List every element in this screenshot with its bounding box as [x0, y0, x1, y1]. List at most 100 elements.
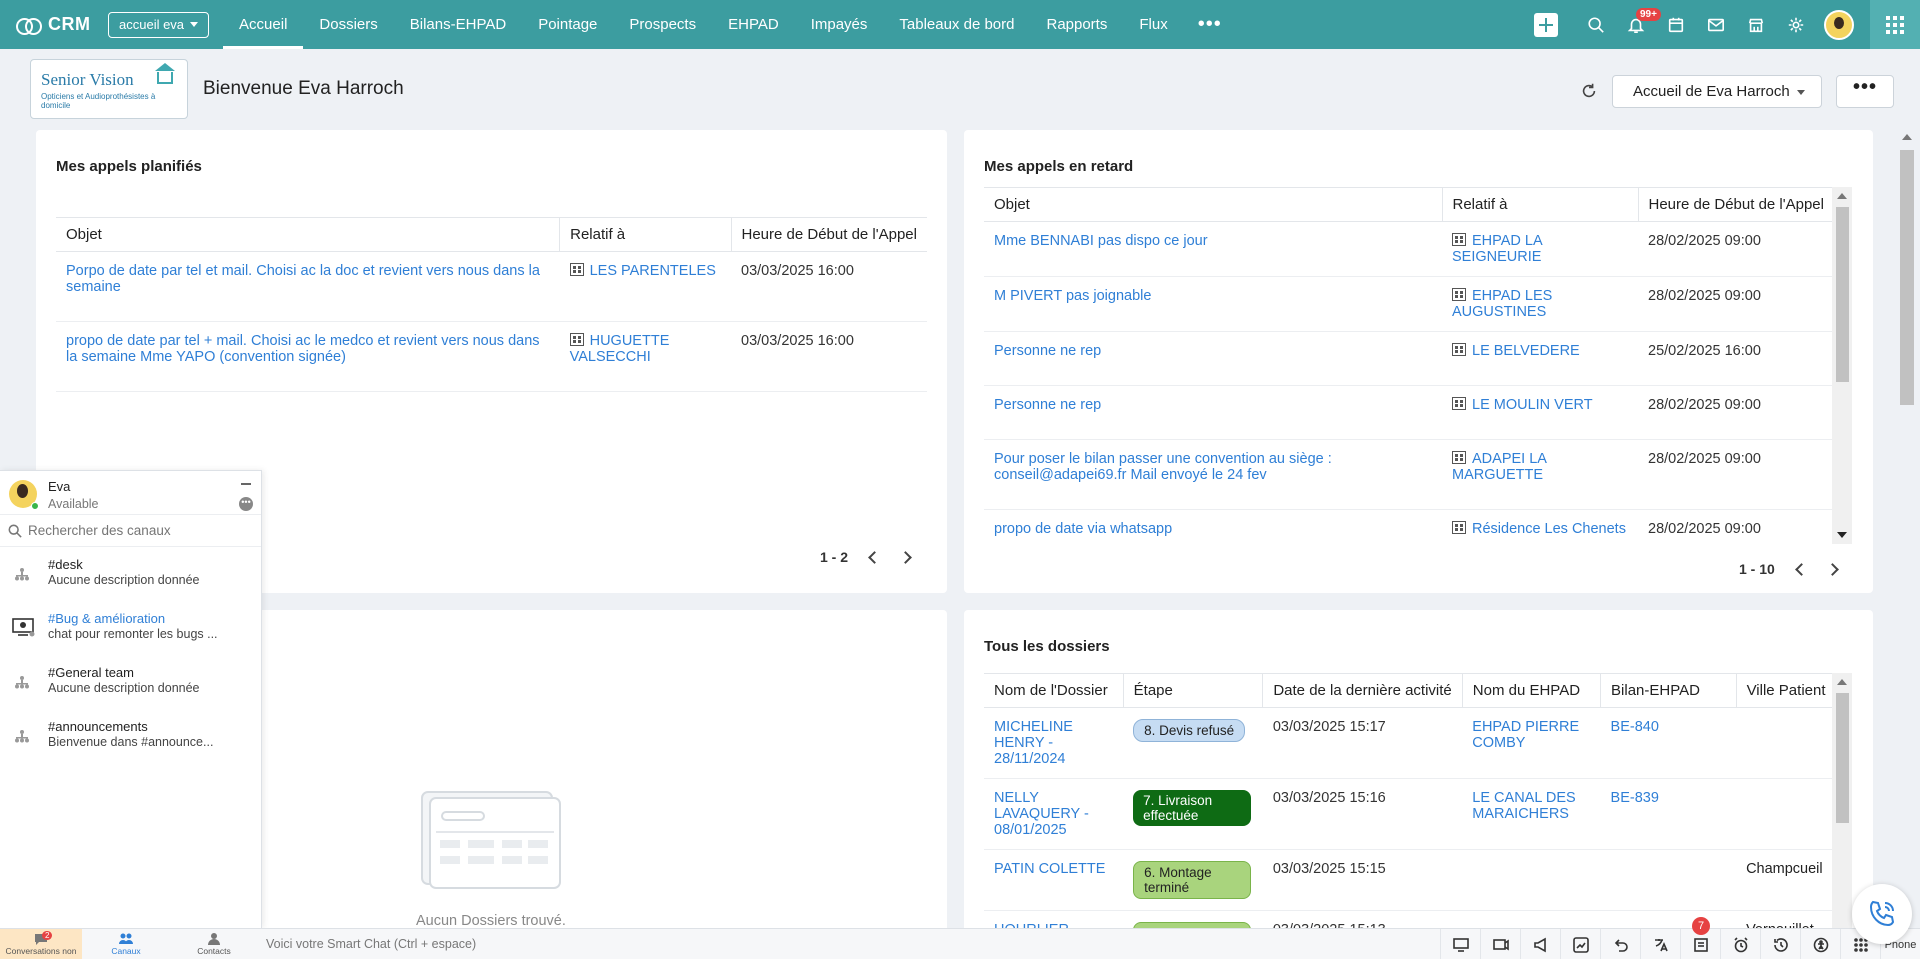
- table-row[interactable]: MICHELINE HENRY - 28/11/2024 8. Devis re…: [984, 707, 1836, 779]
- ehpad-link[interactable]: LE CANAL DES MARAICHERS: [1472, 790, 1575, 822]
- calendar-icon[interactable]: [1656, 0, 1696, 49]
- ehpad-link[interactable]: EHPAD PIERRE COMBY: [1472, 719, 1579, 751]
- accessibility-icon[interactable]: [1800, 929, 1840, 959]
- history-icon[interactable]: [1760, 929, 1800, 959]
- minimize-icon[interactable]: [241, 483, 251, 485]
- scroll-up-icon[interactable]: [1837, 679, 1847, 685]
- megaphone-icon[interactable]: [1520, 929, 1560, 959]
- tab-accueil[interactable]: Accueil: [223, 0, 304, 49]
- table-row[interactable]: Personne ne rep LE BELVEDERE 25/02/2025 …: [984, 331, 1836, 386]
- canaux-tab[interactable]: Canaux: [82, 929, 170, 959]
- table-row[interactable]: propo de date via whatsapp Résidence Les…: [984, 509, 1836, 544]
- call-subject-link[interactable]: M PIVERT pas joignable: [994, 288, 1151, 304]
- scroll-up-icon[interactable]: [1902, 134, 1912, 140]
- column-header[interactable]: Nom du EHPAD: [1462, 673, 1602, 708]
- table-row[interactable]: PATIN COLETTE 6. Montage terminé 03/03/2…: [984, 849, 1836, 911]
- column-header[interactable]: Heure de Début de l'Appel: [731, 217, 927, 252]
- related-link[interactable]: Résidence Les Chenets: [1472, 521, 1626, 537]
- related-link[interactable]: LE MOULIN VERT: [1472, 397, 1593, 413]
- marketplace-icon[interactable]: [1736, 0, 1776, 49]
- table-row[interactable]: M PIVERT pas joignable EHPAD LES AUGUSTI…: [984, 276, 1836, 332]
- table-row[interactable]: Mme BENNABI pas dispo ce jour EHPAD LA S…: [984, 221, 1836, 277]
- bilan-link[interactable]: BE-839: [1611, 790, 1659, 806]
- table-row[interactable]: Pour poser le bilan passer une conventio…: [984, 439, 1836, 510]
- chat-user-status[interactable]: Available: [48, 497, 99, 511]
- column-header[interactable]: Relatif à: [559, 217, 732, 252]
- conversations-tab[interactable]: 2 Conversations non: [0, 928, 82, 959]
- channel-item[interactable]: #General team Aucune description donnée: [0, 655, 261, 709]
- column-header[interactable]: Étape: [1123, 673, 1264, 708]
- bell-icon[interactable]: 99+: [1616, 0, 1661, 49]
- related-link[interactable]: EHPAD LES AUGUSTINES: [1452, 288, 1552, 320]
- tab-rapports[interactable]: Rapports: [1030, 0, 1123, 49]
- crm-logo[interactable]: CRM: [0, 14, 106, 35]
- gear-icon[interactable]: [1776, 0, 1816, 49]
- related-link[interactable]: HUGUETTE VALSECCHI: [570, 333, 670, 365]
- meeting-icon[interactable]: [1480, 929, 1520, 959]
- screen-share-icon[interactable]: [1440, 929, 1480, 959]
- chevron-left-icon[interactable]: [868, 550, 881, 564]
- bilan-link[interactable]: BE-840: [1611, 719, 1659, 735]
- call-subject-link[interactable]: Mme BENNABI pas dispo ce jour: [994, 233, 1208, 249]
- scroll-thumb[interactable]: [1836, 693, 1849, 823]
- plus-icon[interactable]: [1534, 12, 1558, 37]
- alarm-icon[interactable]: [1720, 929, 1760, 959]
- translate-icon[interactable]: [1640, 929, 1680, 959]
- column-header[interactable]: Heure de Début de l'Appel: [1638, 187, 1836, 222]
- channel-item[interactable]: #Bug & amélioration chat pour remonter l…: [0, 601, 261, 655]
- mail-icon[interactable]: [1696, 0, 1736, 49]
- chevron-right-icon[interactable]: [1825, 562, 1839, 576]
- column-header[interactable]: Nom de l'Dossier: [984, 673, 1124, 708]
- channel-item[interactable]: #desk Aucune description donnée: [0, 547, 261, 601]
- table-row[interactable]: NELLY LAVAQUERY - 08/01/2025 7. Livraiso…: [984, 778, 1836, 850]
- layout-select[interactable]: accueil eva: [108, 11, 210, 38]
- analytics-icon[interactable]: [1560, 929, 1600, 959]
- channel-item[interactable]: #announcements Bienvenue dans #announce.…: [0, 709, 261, 763]
- phone-call-icon[interactable]: [1852, 884, 1912, 944]
- column-header[interactable]: Date de la dernière activité: [1262, 673, 1463, 708]
- table-row[interactable]: Porpo de date par tel et mail. Choisi ac…: [56, 251, 927, 322]
- avatar[interactable]: [1824, 9, 1854, 40]
- related-link[interactable]: LES PARENTELES: [590, 263, 716, 279]
- refresh-icon[interactable]: [1580, 82, 1598, 100]
- tab-tableaux-de-bord[interactable]: Tableaux de bord: [883, 0, 1030, 49]
- call-subject-link[interactable]: propo de date par tel + mail. Choisi ac …: [66, 333, 540, 365]
- tab-bilans-ehpad[interactable]: Bilans-EHPAD: [394, 0, 522, 49]
- apps-grid-icon[interactable]: [1870, 0, 1920, 49]
- column-header[interactable]: Objet: [984, 187, 1443, 222]
- dossier-name-link[interactable]: PATIN COLETTE: [994, 861, 1105, 877]
- column-header[interactable]: Objet: [56, 217, 561, 252]
- column-header[interactable]: Bilan-EHPAD: [1600, 673, 1737, 708]
- chevron-right-icon[interactable]: [899, 550, 912, 564]
- channel-search-input[interactable]: [28, 523, 248, 538]
- late-calls-scrollbar[interactable]: [1832, 187, 1852, 544]
- table-row[interactable]: propo de date par tel + mail. Choisi ac …: [56, 321, 927, 392]
- scroll-up-icon[interactable]: [1837, 193, 1847, 199]
- scroll-thumb[interactable]: [1836, 207, 1849, 382]
- undo-icon[interactable]: [1600, 929, 1640, 959]
- call-subject-link[interactable]: Personne ne rep: [994, 343, 1101, 359]
- tab-pointage[interactable]: Pointage: [522, 0, 613, 49]
- search-icon[interactable]: [1576, 0, 1616, 49]
- scroll-thumb[interactable]: [1900, 150, 1914, 405]
- tab-flux[interactable]: Flux: [1123, 0, 1183, 49]
- dossier-name-link[interactable]: NELLY LAVAQUERY - 08/01/2025: [994, 790, 1089, 838]
- more-options-button[interactable]: •••: [1836, 75, 1894, 108]
- related-link[interactable]: ADAPEI LA MARGUETTE: [1452, 451, 1546, 483]
- column-header[interactable]: Relatif à: [1442, 187, 1639, 222]
- call-subject-link[interactable]: Personne ne rep: [994, 397, 1101, 413]
- related-link[interactable]: LE BELVEDERE: [1472, 343, 1580, 359]
- chevron-left-icon[interactable]: [1794, 562, 1808, 576]
- smart-chat-input[interactable]: Voici votre Smart Chat (Ctrl + espace): [266, 937, 1366, 951]
- dossiers-scrollbar[interactable]: [1832, 673, 1852, 959]
- table-row[interactable]: Personne ne rep LE MOULIN VERT 28/02/202…: [984, 385, 1836, 440]
- call-subject-link[interactable]: propo de date via whatsapp: [994, 521, 1172, 537]
- more-tabs-button[interactable]: •••: [1184, 0, 1236, 49]
- call-subject-link[interactable]: Porpo de date par tel et mail. Choisi ac…: [66, 263, 540, 295]
- scroll-down-icon[interactable]: [1837, 532, 1847, 538]
- column-header[interactable]: Ville Patient: [1736, 673, 1836, 708]
- tab-prospects[interactable]: Prospects: [613, 0, 712, 49]
- tab-ehpad[interactable]: EHPAD: [712, 0, 795, 49]
- dossier-name-link[interactable]: MICHELINE HENRY - 28/11/2024: [994, 719, 1073, 767]
- contacts-tab[interactable]: Contacts: [170, 929, 258, 959]
